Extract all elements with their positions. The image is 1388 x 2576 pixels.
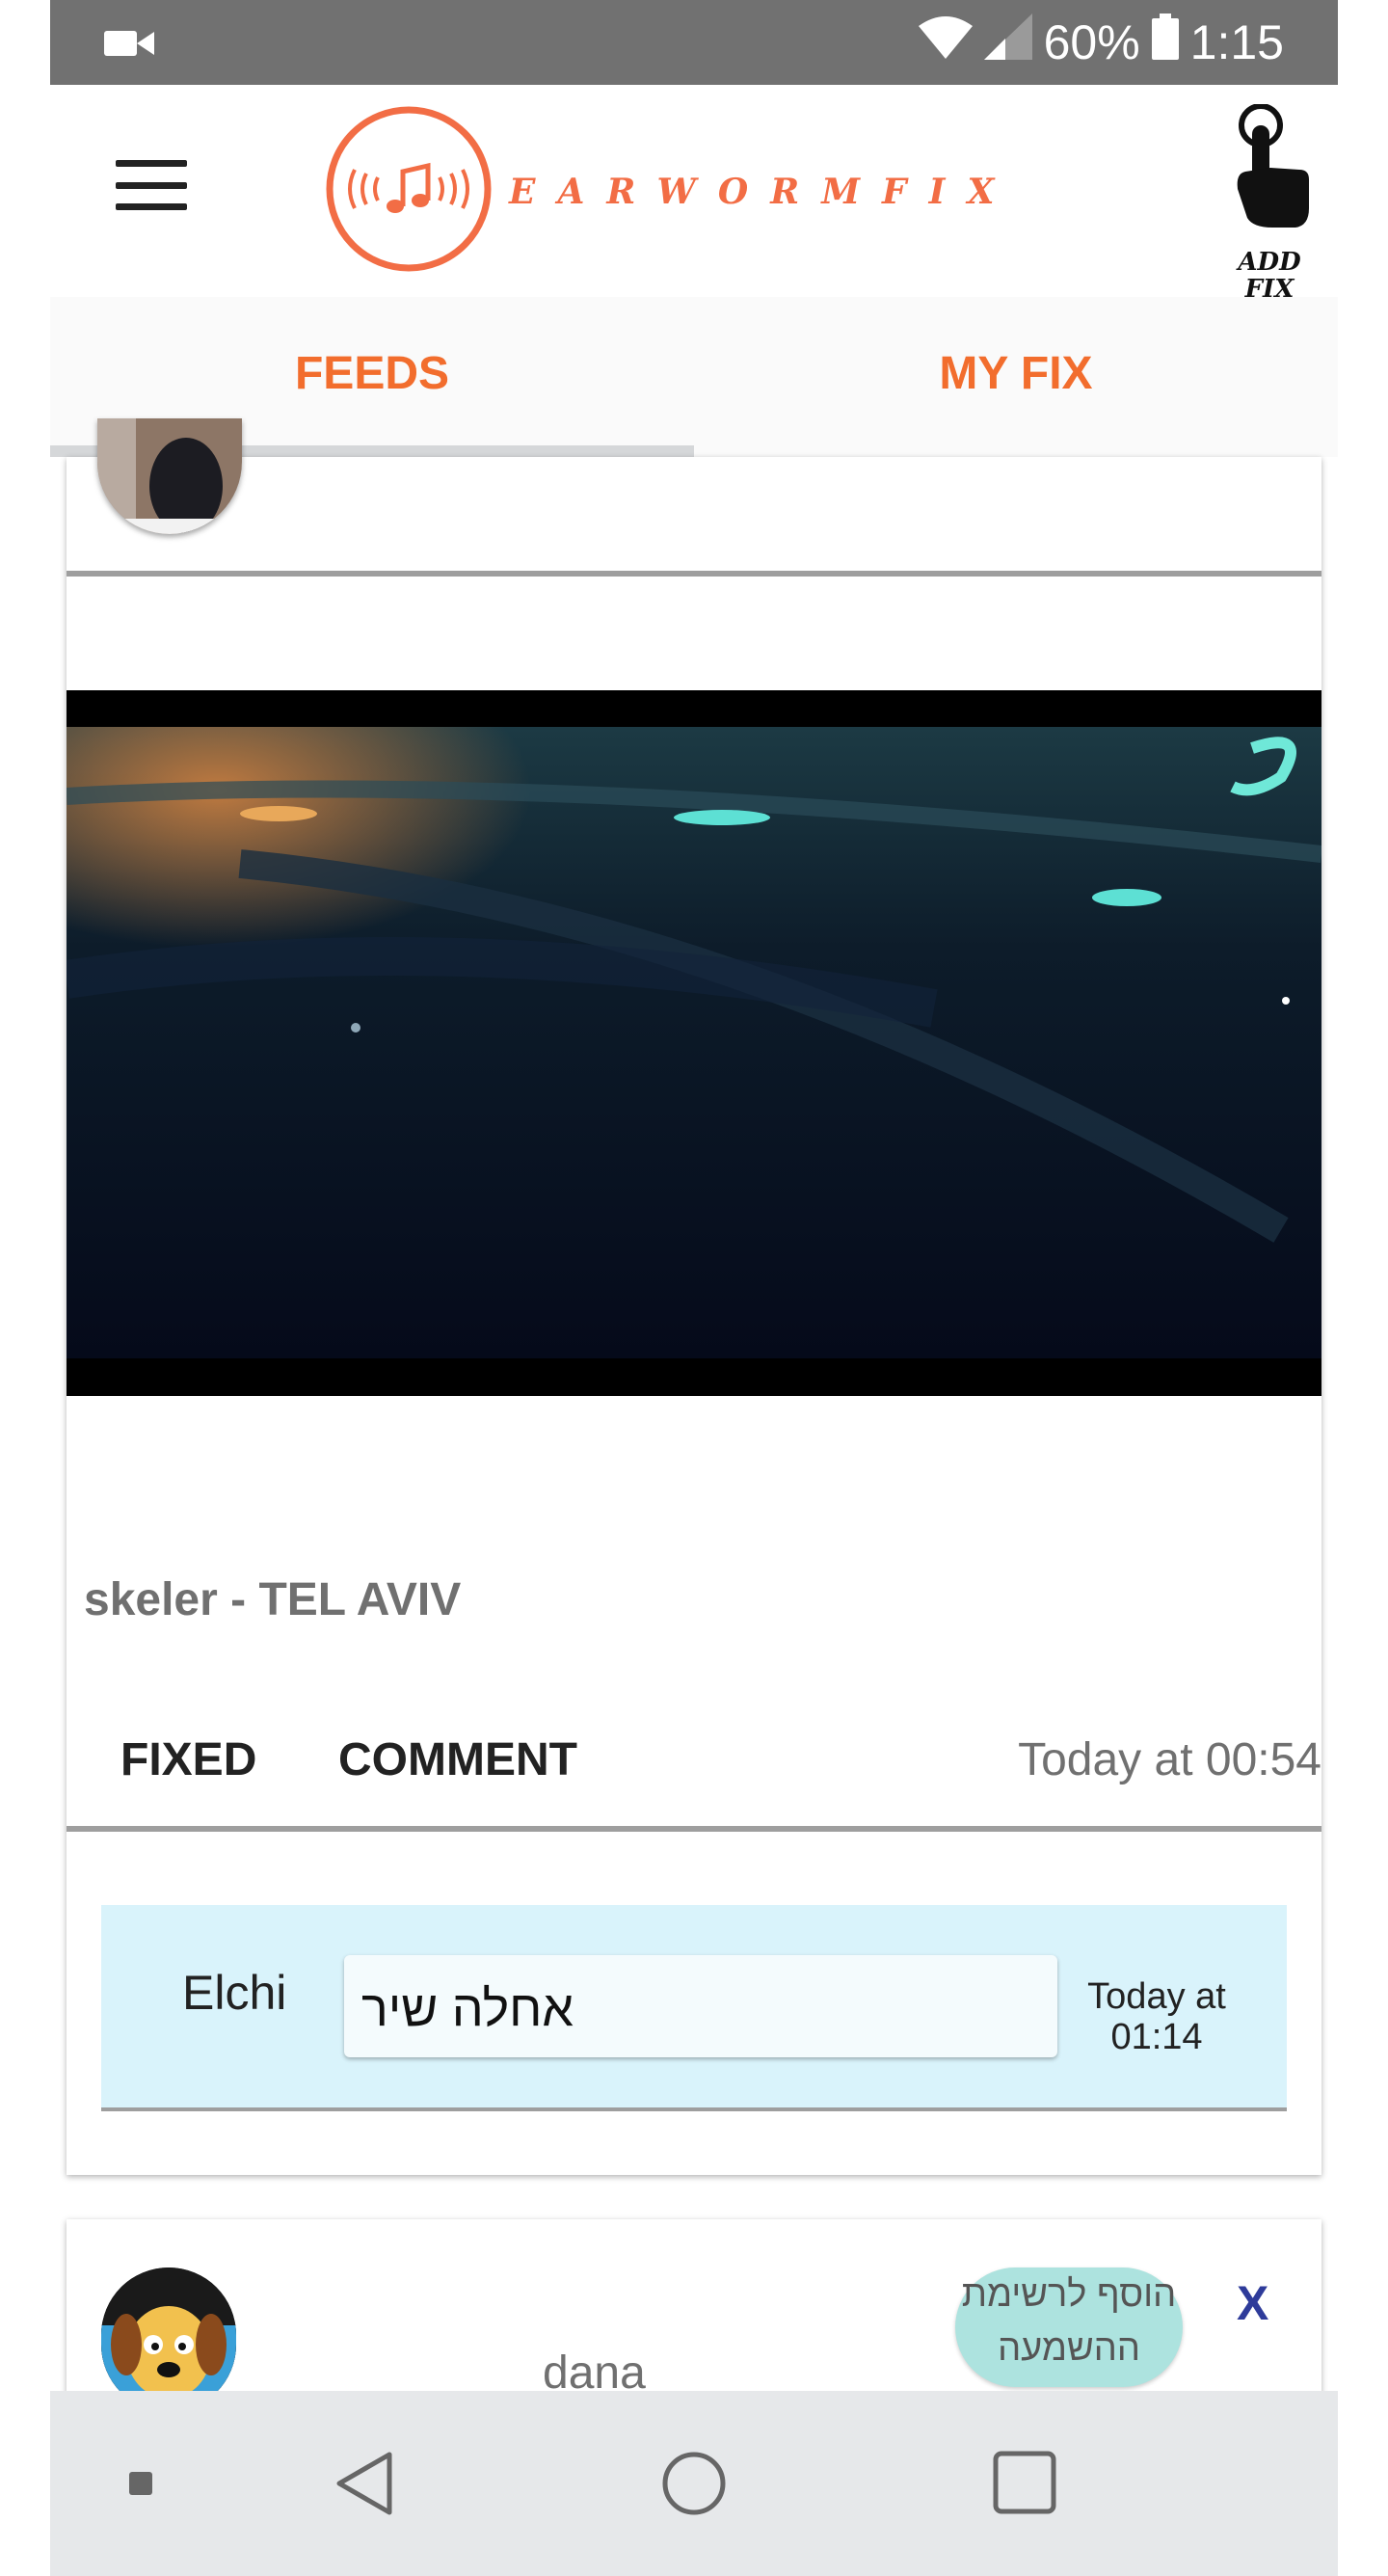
menu-icon[interactable] [116,160,187,210]
tab-bar: FEEDS MY FIX [50,297,1338,457]
avatar[interactable] [97,418,242,534]
battery-icon [1151,13,1179,71]
add-fix-button[interactable]: ADD FIX [1216,104,1322,303]
video-camera-icon [104,29,154,63]
status-right: 60% 1:15 [918,13,1284,71]
recents-icon[interactable] [993,2451,1056,2519]
app-header: EARWORMFIX ADD FIX [50,85,1338,303]
earwormfix-logo: EARWORMFIX [316,102,1029,276]
add-to-playlist-button[interactable]: הוסף לרשימת ההשמעה [955,2267,1183,2387]
add-fix-label: ADD FIX [1238,248,1301,304]
close-button[interactable]: X [1237,2275,1268,2331]
phone-screen: 60% 1:15 EARWORMFIX ADD FIX FEEDS MY FIX… [50,0,1338,2576]
home-icon[interactable] [661,2451,727,2521]
video-player[interactable] [67,690,1321,1396]
divider [67,1826,1321,1832]
logo-text: EARWORMFIX [509,172,1017,212]
battery-percent: 60% [1043,15,1140,69]
comment-author: Elchi [182,1966,287,2020]
signal-icon [983,13,1032,71]
square-dot-icon[interactable] [129,2472,152,2500]
tab-my-fix[interactable]: MY FIX [694,297,1338,457]
fixed-button[interactable]: FIXED [120,1733,256,1786]
clock: 1:15 [1189,15,1284,69]
comment-text: אחלה שיר [344,1955,1057,2057]
status-bar: 60% 1:15 [50,0,1338,85]
wifi-icon [918,14,973,70]
post-timestamp: Today at 00:54 [1018,1734,1321,1785]
post-title: skeler - TEL AVIV [84,1574,462,1625]
comment-timestamp: Today at 01:14 [1087,1976,1226,2057]
comment-item: Elchi אחלה שיר Today at 01:14 [101,1905,1287,2111]
feed-card: skeler - TEL AVIV FIXED COMMENT Today at… [67,418,1321,2175]
tap-hand-icon [1237,104,1309,228]
comment-button[interactable]: COMMENT [338,1733,577,1786]
divider [67,571,1321,577]
system-nav-bar [50,2391,1338,2576]
post-actions: FIXED COMMENT Today at 00:54 [67,1720,1321,1797]
back-icon[interactable] [335,2451,393,2521]
